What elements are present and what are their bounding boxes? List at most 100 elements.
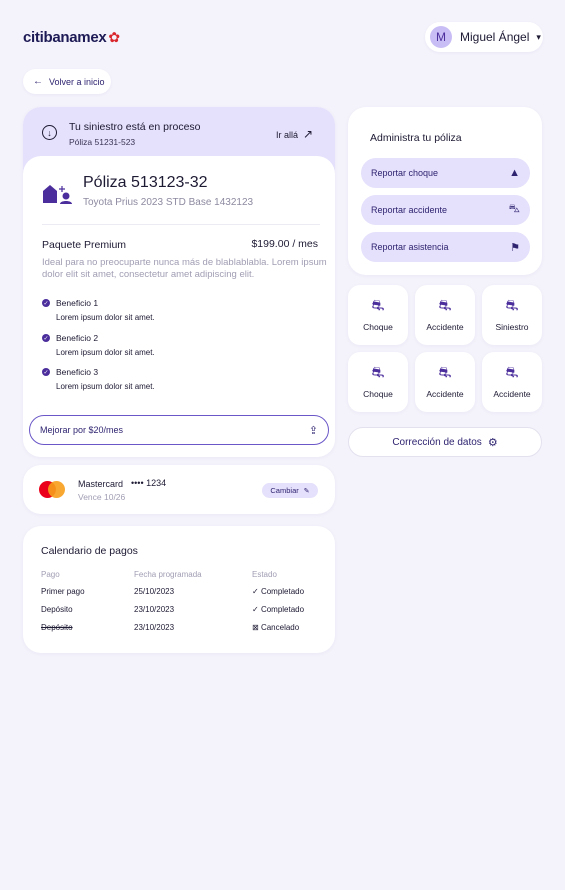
tile-label: Accidente bbox=[493, 389, 531, 399]
table-cell: Depósito bbox=[41, 623, 73, 632]
card-brand: Mastercard bbox=[78, 479, 124, 489]
benefit-title: Beneficio 2 bbox=[56, 333, 99, 343]
benefit-description: Lorem ipsum dolor sit amet. bbox=[56, 382, 155, 391]
change-card-label: Cambiar bbox=[270, 486, 299, 495]
report-accident-button[interactable]: Reportar accidente ⛍ bbox=[361, 195, 530, 225]
divider bbox=[42, 224, 320, 225]
claim-status-subtitle: Póliza 51231-523 bbox=[69, 137, 136, 147]
tile-choque[interactable]: ⛐ Choque bbox=[348, 285, 408, 345]
goto-link[interactable]: Ir allá ↗ bbox=[276, 127, 313, 141]
check-circle-icon: ✓ bbox=[42, 368, 50, 376]
action-label: Reportar asistencia bbox=[371, 242, 449, 252]
policy-card: ↓ Tu siniestro está en proceso Póliza 51… bbox=[23, 107, 335, 457]
car-crash-icon: ⛐ bbox=[505, 364, 519, 381]
warning-icon: ▲ bbox=[509, 167, 520, 179]
tile-label: Choque bbox=[363, 389, 393, 399]
download-circle-icon: ↓ bbox=[42, 125, 57, 140]
status-text: Cancelado bbox=[260, 623, 300, 632]
data-correction-button[interactable]: Corrección de datos ⚙ bbox=[348, 427, 542, 457]
car-crash-icon: ⛐ bbox=[371, 297, 385, 314]
table-cell: ✓ Completado bbox=[252, 587, 304, 596]
user-name: Miguel Ángel bbox=[460, 30, 530, 44]
tile-accidente[interactable]: ⛐ Accidente bbox=[415, 285, 475, 345]
car-crash-icon: ⛐ bbox=[438, 297, 452, 314]
back-label: Volver a inicio bbox=[49, 76, 105, 87]
claim-status-title: Tu siniestro está en proceso bbox=[69, 121, 201, 133]
tile-choque[interactable]: ⛐ Choque bbox=[348, 352, 408, 412]
tile-label: Choque bbox=[363, 322, 393, 332]
back-button[interactable]: ← Volver a inicio bbox=[23, 69, 111, 94]
benefit-title: Beneficio 3 bbox=[56, 367, 99, 377]
table-cell: 25/10/2023 bbox=[134, 587, 175, 596]
policy-admin-card: Administra tu póliza Reportar choque ▲ R… bbox=[348, 107, 542, 275]
tile-label: Accidente bbox=[426, 322, 464, 332]
table-cell: 23/10/2023 bbox=[134, 623, 175, 632]
correction-label: Corrección de datos bbox=[392, 436, 482, 448]
arrow-up-right-icon: ↗ bbox=[303, 127, 314, 141]
benefit-description: Lorem ipsum dolor sit amet. bbox=[56, 348, 155, 357]
table-cell: ✓ Completado bbox=[252, 605, 304, 614]
benefit-title: Beneficio 1 bbox=[56, 298, 99, 308]
table-cell: 23/10/2023 bbox=[134, 605, 175, 614]
tile-siniestro[interactable]: ⛐ Siniestro bbox=[482, 285, 542, 345]
package-name: Paquete Premium bbox=[42, 239, 127, 251]
avatar: M bbox=[430, 26, 452, 48]
home-person-icon bbox=[43, 185, 72, 204]
upload-icon: ⇪ bbox=[308, 424, 318, 437]
brand-logo-text: citibanamex bbox=[23, 29, 107, 46]
admin-title: Administra tu póliza bbox=[370, 132, 462, 144]
arrow-left-icon: ← bbox=[33, 76, 43, 87]
check-circle-icon: ✓ bbox=[42, 334, 50, 342]
report-crash-button[interactable]: Reportar choque ▲ bbox=[361, 158, 530, 188]
payment-calendar-card: Calendario de pagos Pago Fecha programad… bbox=[23, 526, 335, 653]
policy-details: Póliza 513123-32 Toyota Prius 2023 STD B… bbox=[23, 156, 335, 457]
upgrade-button[interactable]: Mejorar por $20/mes ⇪ bbox=[29, 415, 329, 445]
payment-method-card: Mastercard •••• 1234 Vence 10/26 Cambiar… bbox=[23, 465, 335, 514]
package-description: Ideal para no preocuparte nunca más de b… bbox=[42, 257, 327, 280]
table-cell: Depósito bbox=[41, 605, 73, 614]
pencil-icon: ✎ bbox=[303, 487, 310, 495]
upgrade-label: Mejorar por $20/mes bbox=[40, 425, 124, 435]
mastercard-icon bbox=[39, 481, 65, 498]
change-card-button[interactable]: Cambiar ✎ bbox=[262, 483, 318, 498]
user-menu[interactable]: M Miguel Ángel ▾ bbox=[425, 22, 543, 52]
benefit-item: ✓ Beneficio 1 Lorem ipsum dolor sit amet. bbox=[42, 298, 155, 322]
flag-icon: ⚑ bbox=[510, 241, 520, 254]
action-label: Reportar accidente bbox=[371, 205, 448, 215]
benefit-description: Lorem ipsum dolor sit amet. bbox=[56, 313, 155, 322]
car-crash-icon: ⛐ bbox=[438, 364, 452, 381]
goto-label: Ir allá bbox=[276, 130, 299, 140]
cancel-icon: ⊠ bbox=[252, 623, 259, 632]
car-alert-icon: ⛍ bbox=[508, 203, 520, 215]
check-icon: ✓ bbox=[252, 605, 259, 614]
card-number: •••• 1234 bbox=[131, 478, 167, 488]
benefit-item: ✓ Beneficio 3 Lorem ipsum dolor sit amet. bbox=[42, 367, 155, 391]
column-header: Estado bbox=[252, 570, 277, 579]
tile-label: Siniestro bbox=[495, 322, 529, 332]
report-assistance-button[interactable]: Reportar asistencia ⚑ bbox=[361, 232, 530, 262]
column-header: Pago bbox=[41, 570, 60, 579]
brand-logo[interactable]: citibanamex ✿ bbox=[23, 29, 120, 46]
check-circle-icon: ✓ bbox=[42, 299, 50, 307]
tile-label: Accidente bbox=[426, 389, 464, 399]
card-expiry: Vence 10/26 bbox=[78, 492, 126, 502]
table-cell: ⊠ Cancelado bbox=[252, 623, 299, 632]
brand-logo-icon: ✿ bbox=[108, 29, 120, 45]
tile-accidente[interactable]: ⛐ Accidente bbox=[415, 352, 475, 412]
status-text: Completado bbox=[260, 587, 305, 596]
table-cell: Primer pago bbox=[41, 587, 85, 596]
package-price: $199.00 / mes bbox=[251, 238, 318, 250]
column-header: Fecha programada bbox=[134, 570, 202, 579]
tile-accidente[interactable]: ⛐ Accidente bbox=[482, 352, 542, 412]
car-crash-icon: ⛐ bbox=[505, 297, 519, 314]
action-label: Reportar choque bbox=[371, 168, 439, 178]
vehicle-description: Toyota Prius 2023 STD Base 1432123 bbox=[83, 197, 254, 208]
chevron-down-icon: ▾ bbox=[536, 31, 541, 42]
status-text: Completado bbox=[260, 605, 305, 614]
car-crash-icon: ⛐ bbox=[371, 364, 385, 381]
check-icon: ✓ bbox=[252, 587, 259, 596]
calendar-title: Calendario de pagos bbox=[41, 545, 138, 557]
benefit-item: ✓ Beneficio 2 Lorem ipsum dolor sit amet. bbox=[42, 333, 155, 357]
policy-title: Póliza 513123-32 bbox=[83, 174, 208, 191]
gear-icon: ⚙ bbox=[487, 436, 498, 449]
